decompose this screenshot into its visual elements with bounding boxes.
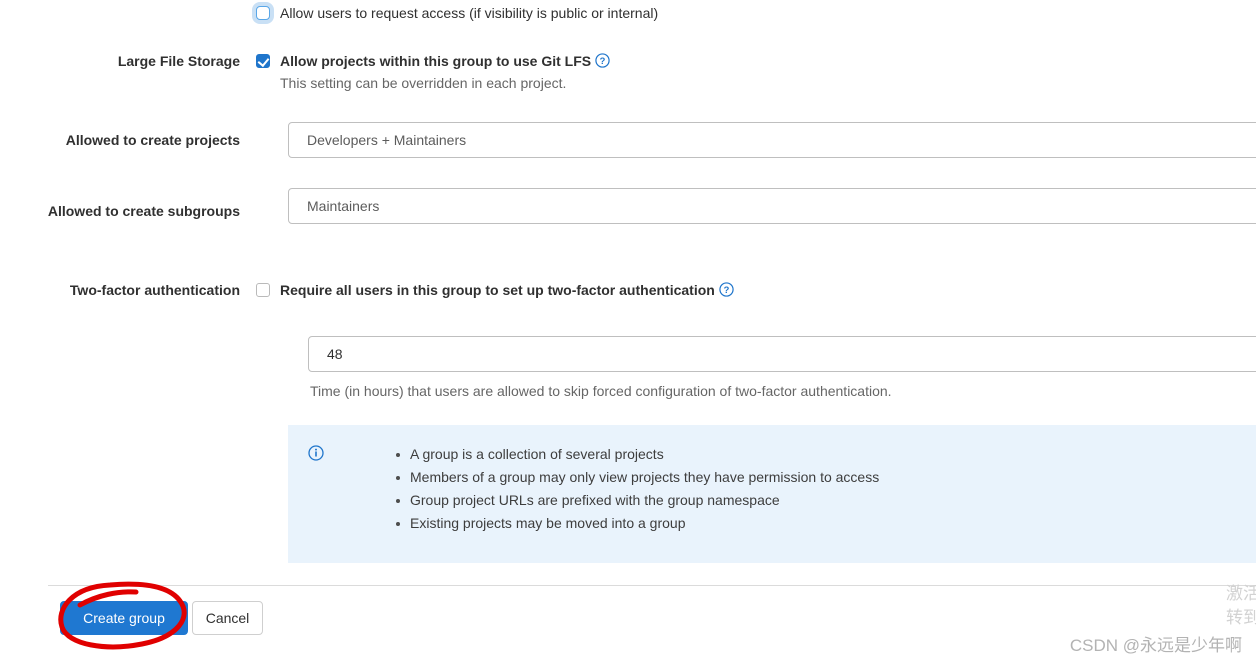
checkbox-row-require-two-factor[interactable]: Require all users in this group to set u… <box>256 281 1256 299</box>
field-body-request-access: Allow users to request access (if visibi… <box>256 4 1256 22</box>
field-body-large-file-storage: Allow projects within this group to use … <box>256 52 1256 93</box>
git-lfs-checkbox[interactable] <box>256 54 270 68</box>
list-item: Existing projects may be moved into a gr… <box>396 512 879 535</box>
windows-activation-watermark: 激活 转到 <box>1226 582 1256 630</box>
checkbox-row-request-access[interactable]: Allow users to request access (if visibi… <box>256 4 1256 22</box>
list-item: Group project URLs are prefixed with the… <box>396 489 879 512</box>
request-access-label: Allow users to request access (if visibi… <box>280 5 659 21</box>
footer-divider <box>48 585 1256 586</box>
git-lfs-helper-text: This setting can be overridden in each p… <box>280 75 567 91</box>
two-factor-grace-period-value: 48 <box>327 346 343 362</box>
request-access-checkbox[interactable] <box>256 6 270 20</box>
question-circle-icon[interactable]: ? <box>719 282 734 297</box>
subgroup-creation-level-value: Maintainers <box>307 198 380 214</box>
cancel-button[interactable]: Cancel <box>192 601 263 635</box>
form-row-request-access: Allow users to request access (if visibi… <box>0 4 1256 22</box>
project-creation-level-value: Developers + Maintainers <box>307 132 467 148</box>
require-two-factor-checkbox[interactable] <box>256 283 270 297</box>
form-row-large-file-storage: Large File Storage Allow projects within… <box>0 52 1256 93</box>
list-item: Members of a group may only view project… <box>396 466 879 489</box>
project-creation-level-select[interactable]: Developers + Maintainers <box>288 122 1256 158</box>
two-factor-grace-period-input[interactable]: 48 <box>308 336 1256 372</box>
group-info-list: A group is a collection of several proje… <box>324 443 879 535</box>
subgroup-creation-level-select[interactable]: Maintainers <box>288 188 1256 224</box>
field-body-two-factor: Require all users in this group to set u… <box>256 281 1256 299</box>
csdn-watermark: CSDN @永远是少年啊 <box>1069 636 1242 655</box>
field-label-large-file-storage: Large File Storage <box>117 53 240 69</box>
windows-activation-line2: 转到 <box>1226 608 1256 627</box>
question-circle-icon[interactable]: ? <box>595 53 610 68</box>
field-label-subgroup-creation: Allowed to create subgroups <box>47 203 240 219</box>
require-two-factor-label-text: Require all users in this group to set u… <box>280 282 715 298</box>
group-info-box: A group is a collection of several proje… <box>288 425 1256 563</box>
svg-text:?: ? <box>723 285 729 295</box>
require-two-factor-label: Require all users in this group to set u… <box>280 281 734 299</box>
list-item: A group is a collection of several proje… <box>396 443 879 466</box>
git-lfs-label: Allow projects within this group to use … <box>280 52 610 70</box>
form-row-two-factor: Two-factor authentication Require all us… <box>0 281 1256 299</box>
two-factor-grace-period-helper: Time (in hours) that users are allowed t… <box>310 383 892 399</box>
git-lfs-label-text: Allow projects within this group to use … <box>280 53 592 69</box>
svg-text:?: ? <box>600 56 606 66</box>
field-label-two-factor: Two-factor authentication <box>69 282 240 298</box>
windows-activation-line1: 激活 <box>1226 584 1256 603</box>
info-circle-icon <box>308 445 324 461</box>
field-label-project-creation: Allowed to create projects <box>65 132 240 148</box>
checkbox-row-git-lfs[interactable]: Allow projects within this group to use … <box>256 52 1256 70</box>
create-group-button[interactable]: Create group <box>60 601 188 635</box>
